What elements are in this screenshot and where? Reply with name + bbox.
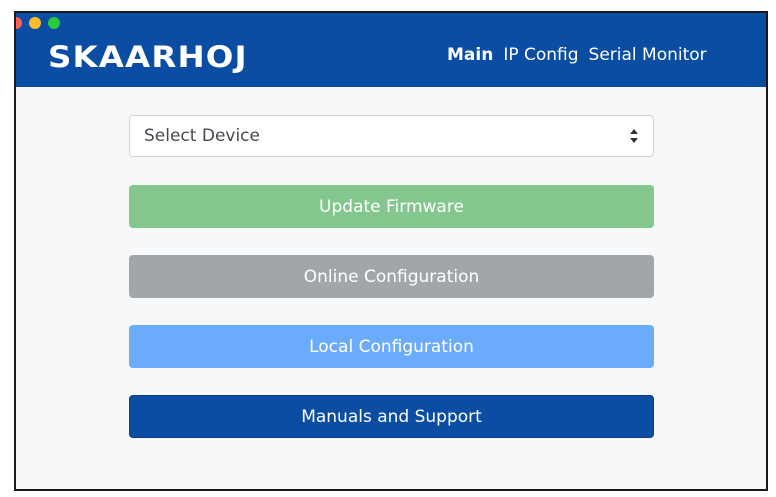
sort-arrows-icon (630, 129, 638, 143)
nav-links: Main IP Config Serial Monitor (447, 45, 707, 65)
local-configuration-button[interactable]: Local Configuration (129, 325, 654, 368)
close-window-button[interactable] (16, 17, 22, 29)
device-select[interactable]: Select Device (129, 115, 654, 157)
minimize-window-button[interactable] (29, 17, 41, 29)
top-navbar: SKAARHOJ Main IP Config Serial Monitor (16, 13, 766, 87)
online-configuration-button[interactable]: Online Configuration (129, 255, 654, 298)
zoom-window-button[interactable] (48, 17, 60, 29)
update-firmware-button[interactable]: Update Firmware (129, 185, 654, 228)
window-controls (16, 13, 60, 33)
nav-serial-monitor[interactable]: Serial Monitor (589, 45, 707, 65)
manuals-and-support-button[interactable]: Manuals and Support (129, 395, 654, 438)
app-window: SKAARHOJ Main IP Config Serial Monitor S… (14, 11, 768, 491)
main-content: Select Device Update Firmware Online Con… (129, 115, 654, 438)
brand-logo: SKAARHOJ (48, 40, 248, 74)
device-select-value: Select Device (144, 126, 260, 146)
nav-ip-config[interactable]: IP Config (503, 45, 578, 65)
nav-main[interactable]: Main (447, 45, 493, 65)
